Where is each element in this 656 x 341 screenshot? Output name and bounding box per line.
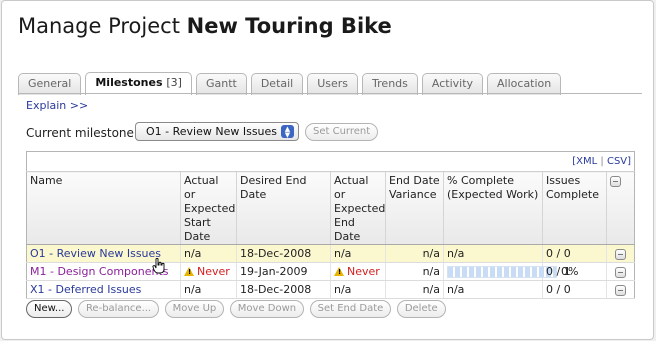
xml-link[interactable]: XML [576, 156, 597, 167]
desired-end-date: 18-Dec-2008 [236, 280, 331, 299]
end-variance: n/a [385, 262, 444, 281]
project-name: New Touring Bike [186, 14, 392, 38]
col-name[interactable]: Name [26, 171, 181, 245]
start-date-value: Never [197, 265, 230, 278]
percent-complete: n/a [443, 280, 543, 299]
end-variance: n/a [385, 244, 444, 263]
milestone-link[interactable]: O1 - Review New Issues [30, 247, 161, 260]
tab-detail[interactable]: Detail [250, 73, 304, 95]
select-all-checkbox[interactable] [610, 175, 621, 187]
row-checkbox[interactable] [615, 284, 627, 296]
new-button[interactable]: New... [26, 300, 73, 318]
tab-allocation[interactable]: Allocation [487, 73, 562, 95]
explain-link[interactable]: Explain >> [26, 99, 88, 112]
actual-end-value: Never [347, 265, 380, 278]
rebalance-button[interactable]: Re-balance... [77, 300, 160, 318]
tab-users[interactable]: Users [307, 73, 359, 95]
actual-end-date: n/a [330, 280, 386, 299]
milestones-table: [XML | CSV] Name Actual or Expected Star… [26, 151, 636, 299]
csv-link[interactable]: CSV [607, 156, 627, 167]
export-separator: | [600, 156, 604, 167]
start-date: Never [180, 262, 237, 281]
actual-end-date: n/a [330, 244, 386, 263]
export-bracket-close: ] [627, 156, 632, 167]
col-variance[interactable]: End Date Variance [385, 171, 444, 245]
set-end-date-button[interactable]: Set End Date [309, 300, 392, 318]
progress-bar [447, 266, 557, 278]
table-row[interactable]: M1 - Design Components Never 19-Jan-2009… [26, 262, 635, 281]
export-links-row: [XML | CSV] [26, 151, 635, 172]
tab-activity[interactable]: Activity [421, 73, 484, 95]
title-prefix: Manage Project [18, 14, 180, 38]
table-header: Name Actual or Expected Start Date Desir… [26, 171, 635, 245]
warning-icon [334, 267, 344, 276]
row-checkbox[interactable] [615, 266, 627, 278]
issues-complete: 0 / 0 [542, 280, 607, 299]
start-date: n/a [180, 244, 237, 263]
tab-bar: General Milestones [3] Gantt Detail Users Tre… [18, 72, 565, 95]
table-row[interactable]: X1 - Deferred Issues n/a 18-Dec-2008 n/a… [26, 280, 635, 299]
col-desired-end[interactable]: Desired End Date [236, 171, 331, 245]
page-title: Manage Project New Touring Bike [18, 14, 392, 38]
col-select-all[interactable] [606, 171, 635, 245]
row-checkbox[interactable] [615, 248, 627, 260]
col-complete[interactable]: % Complete (Expected Work) [443, 171, 543, 245]
desired-end-date: 18-Dec-2008 [236, 244, 331, 263]
current-milestone-value: O1 - Review New Issues [146, 125, 278, 138]
tab-divider [18, 93, 642, 94]
percent-complete: 0% [443, 262, 578, 281]
warning-icon [184, 267, 194, 276]
tab-milestones-count: [3] [166, 76, 182, 89]
current-milestone-select[interactable]: O1 - Review New Issues ▲ ▼ [135, 122, 299, 141]
issues-complete: 0 / 0 [542, 244, 607, 263]
tab-gantt[interactable]: Gantt [195, 73, 247, 95]
hand-cursor-icon [152, 258, 165, 274]
table-row[interactable]: O1 - Review New Issues n/a 18-Dec-2008 n… [26, 244, 635, 263]
col-start-date[interactable]: Actual or Expected Start Date [180, 171, 237, 245]
actual-end-date: Never [330, 262, 386, 281]
window-frame: Manage Project New Touring Bike General M… [1, 0, 654, 340]
percent-complete: n/a [443, 244, 543, 263]
tab-milestones[interactable]: Milestones [3] [85, 72, 192, 95]
tab-general[interactable]: General [18, 73, 82, 95]
tab-trends[interactable]: Trends [362, 73, 418, 95]
action-bar: New... Re-balance... Move Up Move Down S… [26, 300, 448, 318]
milestone-link[interactable]: X1 - Deferred Issues [30, 283, 141, 296]
end-variance: n/a [385, 280, 444, 299]
start-date: n/a [180, 280, 237, 299]
col-actual-end[interactable]: Actual or Expected End Date [330, 171, 386, 245]
desired-end-date: 19-Jan-2009 [236, 262, 331, 281]
move-down-button[interactable]: Move Down [229, 300, 305, 318]
tab-milestones-label: Milestones [95, 76, 163, 89]
milestone-link[interactable]: M1 - Design Components [30, 265, 169, 278]
current-milestone-label: Current milestone [26, 126, 134, 140]
col-issues[interactable]: Issues Complete [542, 171, 607, 245]
set-current-button[interactable]: Set Current [305, 123, 379, 141]
move-up-button[interactable]: Move Up [164, 300, 225, 318]
delete-button[interactable]: Delete [396, 300, 446, 318]
select-arrows-icon: ▲ ▼ [281, 125, 294, 139]
